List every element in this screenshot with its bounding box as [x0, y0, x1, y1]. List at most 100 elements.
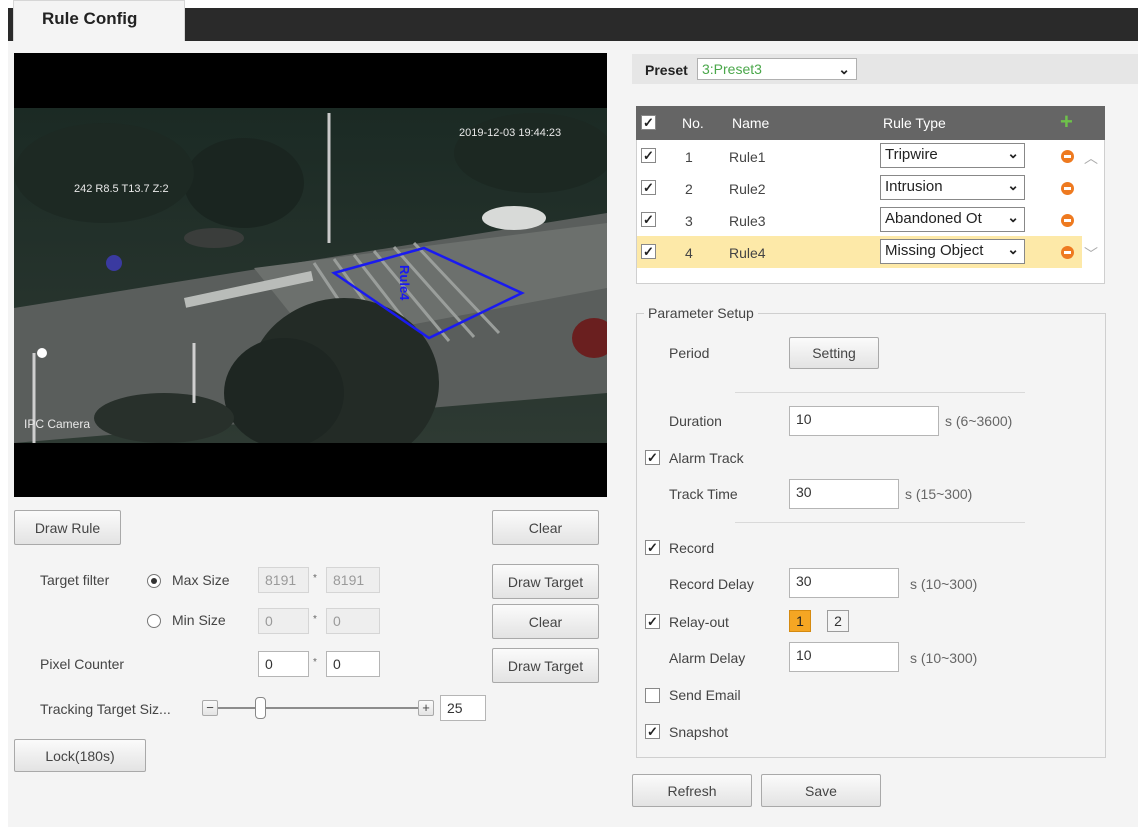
pixel-width-input[interactable]: 0	[258, 651, 309, 677]
alarm-delay-label: Alarm Delay	[669, 650, 746, 666]
col-no-header: No.	[682, 115, 704, 131]
alarm-track-label: Alarm Track	[669, 450, 744, 466]
send-email-checkbox[interactable]	[645, 688, 660, 703]
rule-checkbox[interactable]: ✓	[641, 244, 656, 259]
rule-checkbox[interactable]: ✓	[641, 180, 656, 195]
scroll-down-icon[interactable]: ﹀	[1084, 244, 1098, 264]
max-height-input[interactable]: 8191	[326, 567, 380, 593]
draw-target-pixel-button[interactable]: Draw Target	[492, 648, 599, 683]
snapshot-label: Snapshot	[669, 724, 729, 740]
track-time-input[interactable]: 30	[789, 479, 899, 509]
rule-type-value: Abandoned Ot	[885, 210, 982, 227]
table-row[interactable]: ✓ 2 Rule2 Intrusion ⌄	[637, 172, 1082, 204]
scroll-up-icon[interactable]: ︿	[1084, 148, 1098, 168]
pixel-counter-label: Pixel Counter	[40, 656, 125, 672]
duration-input[interactable]: 10	[789, 406, 939, 436]
video-timestamp: 2019-12-03 19:44:23	[459, 127, 562, 139]
col-name-header: Name	[732, 115, 770, 131]
clear-target-button[interactable]: Clear	[492, 604, 599, 639]
rule-no: 2	[685, 181, 693, 197]
select-all-checkbox[interactable]: ✓	[641, 115, 656, 130]
video-camera-label: IPC Camera	[24, 417, 91, 431]
period-setting-button[interactable]: Setting	[789, 337, 879, 369]
rule-no: 3	[685, 213, 693, 229]
draw-target-max-button[interactable]: Draw Target	[492, 564, 599, 599]
rule-type-value: Intrusion	[885, 178, 943, 195]
alarm-delay-hint: s (10~300)	[910, 650, 978, 666]
tracking-target-size-label: Tracking Target Siz...	[40, 701, 171, 717]
alarm-track-checkbox[interactable]: ✓	[645, 450, 660, 465]
rule-name: Rule4	[729, 245, 766, 261]
rule-overlay-label: Rule4	[397, 265, 412, 301]
tab-rule-config[interactable]: Rule Config	[13, 0, 185, 41]
table-row-selected[interactable]: ✓ 4 Rule4 Missing Object ⌄	[637, 236, 1082, 268]
rule-type-select[interactable]: Missing Object ⌄	[880, 239, 1025, 264]
track-time-label: Track Time	[669, 486, 738, 502]
period-label: Period	[669, 345, 710, 361]
record-delay-hint: s (10~300)	[910, 576, 978, 592]
lock-button[interactable]: Lock(180s)	[14, 739, 146, 772]
rule-name: Rule1	[729, 149, 766, 165]
send-email-label: Send Email	[669, 687, 741, 703]
rule-checkbox[interactable]: ✓	[641, 148, 656, 163]
record-delay-input[interactable]: 30	[789, 568, 899, 598]
draw-rule-button[interactable]: Draw Rule	[14, 510, 121, 545]
divider	[735, 392, 1025, 393]
chevron-down-icon: ⌄	[838, 61, 850, 77]
size-separator: *	[313, 657, 317, 668]
record-label: Record	[669, 540, 715, 556]
min-height-input[interactable]: 0	[326, 608, 380, 634]
max-width-input[interactable]: 8191	[258, 567, 309, 593]
preset-label: Preset	[645, 62, 688, 78]
table-row[interactable]: ✓ 1 Rule1 Tripwire ⌄	[637, 140, 1082, 172]
tracking-decrease-button[interactable]: −	[202, 700, 218, 716]
relay-1-toggle[interactable]: 1	[789, 610, 811, 632]
min-width-input[interactable]: 0	[258, 608, 309, 634]
preset-value: 3:Preset3	[702, 61, 762, 77]
rule-type-select[interactable]: Intrusion ⌄	[880, 175, 1025, 200]
rule-table-header: ✓ No. Name Rule Type +	[636, 106, 1105, 140]
chevron-down-icon: ⌄	[1007, 241, 1019, 257]
save-button[interactable]: Save	[761, 774, 881, 807]
relay-2-toggle[interactable]: 2	[827, 610, 849, 632]
duration-hint: s (6~3600)	[945, 413, 1013, 429]
target-filter-label: Target filter	[40, 572, 110, 588]
rule-type-select[interactable]: Tripwire ⌄	[880, 143, 1025, 168]
delete-rule-icon[interactable]	[1061, 150, 1074, 163]
record-checkbox[interactable]: ✓	[645, 540, 660, 555]
tracking-size-input[interactable]: 25	[440, 695, 486, 721]
chevron-down-icon: ⌄	[1007, 145, 1019, 161]
chevron-down-icon: ⌄	[1007, 209, 1019, 225]
rule-checkbox[interactable]: ✓	[641, 212, 656, 227]
track-time-hint: s (15~300)	[905, 486, 973, 502]
delete-rule-icon[interactable]	[1061, 182, 1074, 195]
video-preview[interactable]: 2019-12-03 19:44:23 242 R8.5 T13.7 Z:2 I…	[14, 53, 607, 497]
delete-rule-icon[interactable]	[1061, 214, 1074, 227]
snapshot-checkbox[interactable]: ✓	[645, 724, 660, 739]
relay-out-checkbox[interactable]: ✓	[645, 614, 660, 629]
size-separator: *	[313, 573, 317, 584]
rule-name: Rule3	[729, 213, 766, 229]
tracking-slider-track[interactable]	[218, 707, 418, 709]
alarm-delay-input[interactable]: 10	[789, 642, 899, 672]
table-row[interactable]: ✓ 3 Rule3 Abandoned Ot ⌄	[637, 204, 1082, 236]
tracking-slider-handle[interactable]	[255, 697, 266, 719]
pixel-height-input[interactable]: 0	[326, 651, 380, 677]
video-overlay-info: 242 R8.5 T13.7 Z:2	[74, 183, 169, 195]
divider	[735, 522, 1025, 523]
clear-rule-button[interactable]: Clear	[492, 510, 599, 545]
max-size-radio[interactable]	[147, 574, 161, 588]
preset-select[interactable]: 3:Preset3 ⌄	[697, 58, 857, 80]
refresh-button[interactable]: Refresh	[632, 774, 752, 807]
delete-rule-icon[interactable]	[1061, 246, 1074, 259]
rule-type-value: Missing Object	[885, 242, 984, 259]
rule-no: 1	[685, 149, 693, 165]
rule-name: Rule2	[729, 181, 766, 197]
rule-type-select[interactable]: Abandoned Ot ⌄	[880, 207, 1025, 232]
min-size-label: Min Size	[172, 612, 226, 628]
add-rule-icon[interactable]: +	[1060, 111, 1073, 133]
tracking-increase-button[interactable]: +	[418, 700, 434, 716]
duration-label: Duration	[669, 413, 722, 429]
min-size-radio[interactable]	[147, 614, 161, 628]
parameter-setup-legend: Parameter Setup	[644, 305, 758, 321]
